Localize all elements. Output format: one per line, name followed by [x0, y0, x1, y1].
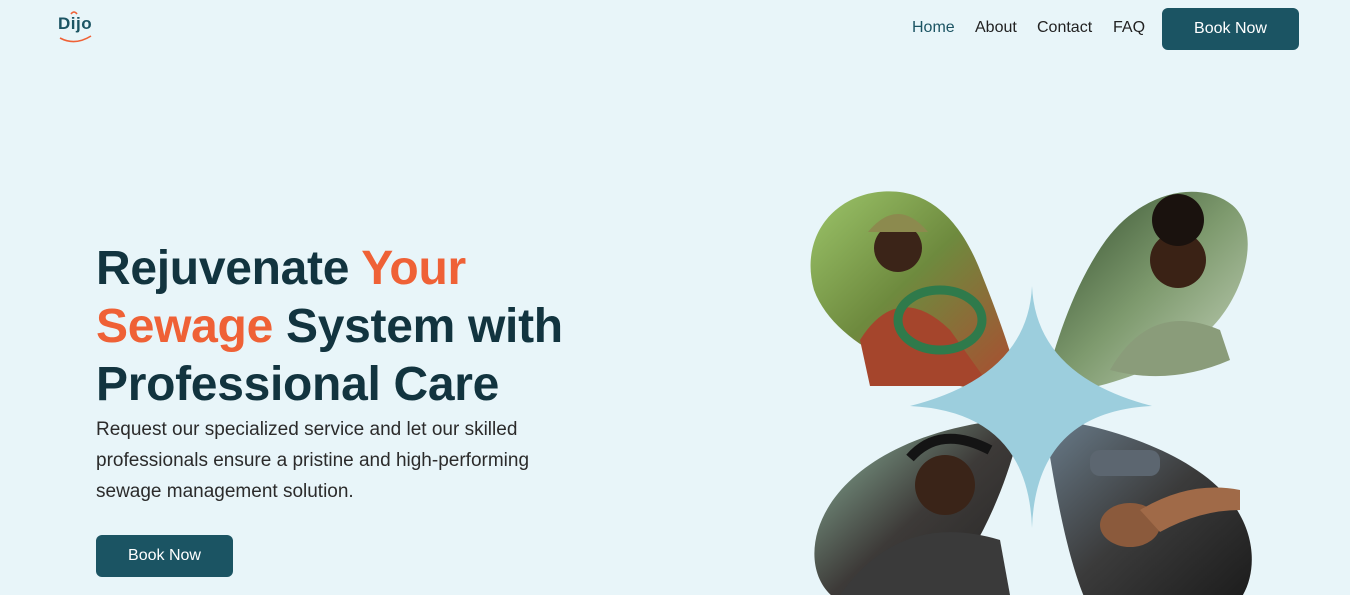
hero-subtitle: Request our specialized service and let …	[96, 419, 530, 502]
petal-bottom-right	[1044, 418, 1252, 595]
petal-bottom-left	[814, 418, 1022, 595]
hero-title-part1: Rejuvenate	[96, 242, 362, 295]
nav-link-faq[interactable]: FAQ	[1113, 19, 1145, 37]
nav-book-now-button[interactable]: Book Now	[1162, 8, 1299, 50]
petal-top-right	[1042, 191, 1248, 396]
nav-link-home[interactable]: Home	[912, 19, 955, 37]
petal-top-left	[810, 191, 1022, 396]
hero-image-clover	[800, 180, 1270, 595]
hero-book-now-button[interactable]: Book Now	[96, 535, 233, 577]
clover-graphic	[810, 191, 1252, 595]
top-navbar: Dijo Home About Contact FAQ Book Now	[0, 0, 1350, 58]
hero-title: Rejuvenate Your Sewage System with Profe…	[96, 240, 616, 414]
nav-menu: Home About Contact FAQ	[0, 19, 1350, 39]
nav-link-contact[interactable]: Contact	[1037, 19, 1092, 37]
nav-link-about[interactable]: About	[975, 19, 1017, 37]
